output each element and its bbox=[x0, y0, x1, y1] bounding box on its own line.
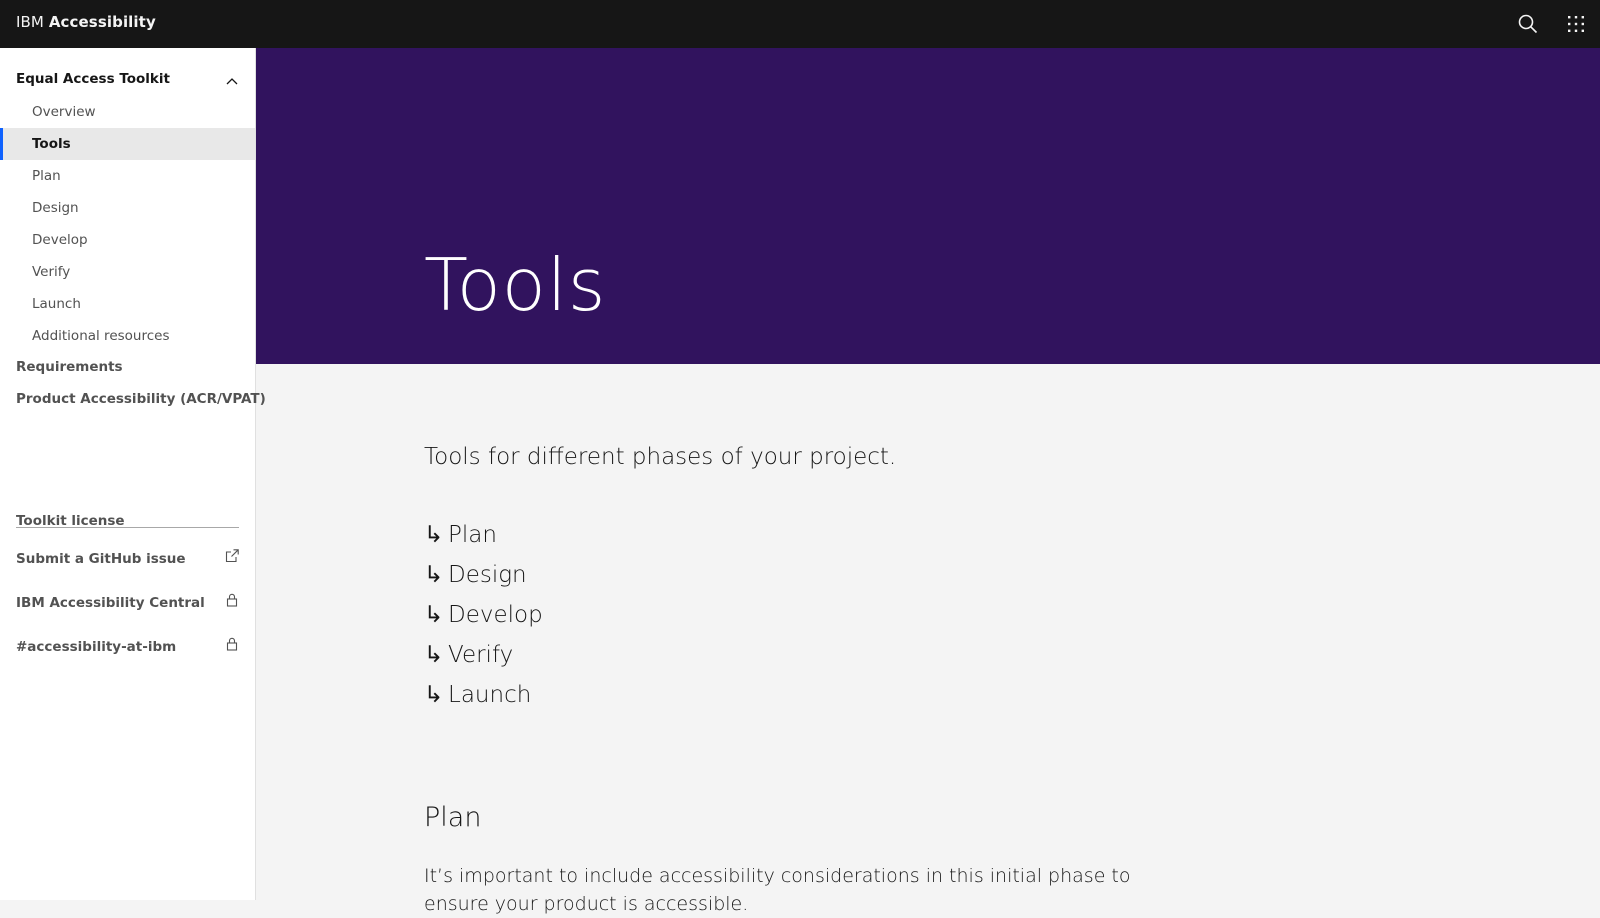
jump-link-design[interactable]: ↳ Design bbox=[424, 560, 543, 600]
nav-section-product-accessibility[interactable]: Product Accessibility (ACR/VPAT) bbox=[16, 391, 266, 407]
sidebar-item-plan[interactable]: Plan bbox=[0, 160, 255, 192]
chevron-up-icon[interactable] bbox=[224, 74, 240, 90]
sidebar-item-label: Overview bbox=[32, 104, 96, 120]
jump-link-label: Launch bbox=[448, 682, 532, 708]
arrow-icon: ↳ bbox=[424, 522, 444, 548]
jump-link-plan[interactable]: ↳ Plan bbox=[424, 520, 543, 560]
arrow-icon: ↳ bbox=[424, 562, 444, 588]
lock-icon bbox=[226, 593, 238, 607]
sidebar-item-label: Additional resources bbox=[32, 328, 170, 344]
sidebar-item-label: Tools bbox=[32, 136, 71, 152]
nav-section-equal-access-toolkit[interactable]: Equal Access Toolkit bbox=[16, 71, 170, 87]
section-heading-plan: Plan bbox=[424, 802, 482, 833]
sidebar-item-verify[interactable]: Verify bbox=[0, 256, 255, 288]
jump-link-label: Verify bbox=[448, 642, 514, 668]
external-link-icon bbox=[225, 549, 239, 563]
sidebar-item-label: Plan bbox=[32, 168, 61, 184]
jump-link-verify[interactable]: ↳ Verify bbox=[424, 640, 543, 680]
lock-icon bbox=[226, 637, 238, 651]
resource-link-accessibility-central[interactable]: IBM Accessibility Central bbox=[16, 595, 205, 611]
jump-link-label: Design bbox=[448, 562, 527, 588]
resource-link-github-issue[interactable]: Submit a GitHub issue bbox=[16, 551, 186, 567]
sidebar-item-develop[interactable]: Develop bbox=[0, 224, 255, 256]
sidebar-item-design[interactable]: Design bbox=[0, 192, 255, 224]
jump-link-label: Plan bbox=[448, 522, 497, 548]
sidebar-item-tools[interactable]: Tools bbox=[0, 128, 255, 160]
jump-link-develop[interactable]: ↳ Develop bbox=[424, 600, 543, 640]
top-header: IBM Accessibility bbox=[0, 0, 1600, 48]
arrow-icon: ↳ bbox=[424, 642, 444, 668]
brand-prefix: IBM bbox=[16, 13, 44, 31]
resource-link-toolkit-license[interactable]: Toolkit license bbox=[16, 513, 125, 529]
arrow-icon: ↳ bbox=[424, 682, 444, 708]
sidebar-item-additional-resources[interactable]: Additional resources bbox=[0, 320, 255, 352]
nav-section-requirements[interactable]: Requirements bbox=[16, 359, 123, 375]
jump-link-label: Develop bbox=[448, 602, 543, 628]
arrow-icon: ↳ bbox=[424, 602, 444, 628]
brand-name: Accessibility bbox=[48, 13, 156, 31]
intro-text: Tools for different phases of your proje… bbox=[424, 444, 897, 470]
search-icon[interactable] bbox=[1516, 12, 1540, 36]
sidebar-item-overview[interactable]: Overview bbox=[0, 96, 255, 128]
sidebar-item-label: Launch bbox=[32, 296, 81, 312]
sidebar-item-label: Verify bbox=[32, 264, 71, 280]
sidebar-item-launch[interactable]: Launch bbox=[0, 288, 255, 320]
page-title: Tools bbox=[424, 243, 607, 327]
jump-link-launch[interactable]: ↳ Launch bbox=[424, 680, 543, 720]
sidebar-item-label: Develop bbox=[32, 232, 88, 248]
sidebar-item-label: Design bbox=[32, 200, 79, 216]
app-switcher-icon[interactable] bbox=[1564, 12, 1588, 36]
jump-link-list: ↳ Plan ↳ Design ↳ Develop ↳ Verify ↳ Launch bbox=[424, 520, 543, 720]
resource-link-accessibility-at-ibm[interactable]: #accessibility-at-ibm bbox=[16, 639, 176, 655]
section-body-text: It’s important to include accessibility … bbox=[424, 865, 1131, 915]
side-nav: Equal Access Toolkit Overview Tools Plan… bbox=[0, 48, 266, 900]
page-hero: Tools bbox=[256, 48, 1600, 364]
brand-logo[interactable]: IBM Accessibility bbox=[16, 13, 156, 31]
